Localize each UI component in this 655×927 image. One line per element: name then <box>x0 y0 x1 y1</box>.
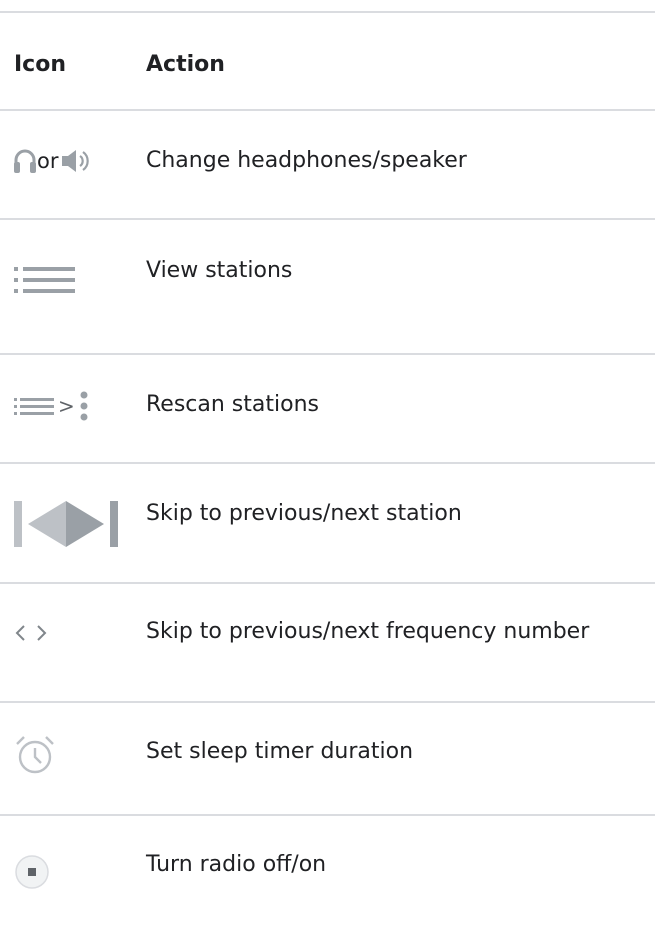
action-text: Turn radio off/on <box>146 852 327 877</box>
icon-action-table: Icon Action or Change headphones/speaker… <box>0 0 655 924</box>
action-text: Skip to previous/next frequency number <box>146 619 590 644</box>
chevron-left-right-icon <box>14 624 48 642</box>
list-icon <box>14 266 76 294</box>
alarm-clock-icon <box>14 734 56 776</box>
table-row: or Change headphones/speaker <box>0 109 655 218</box>
skip-previous-next-icon <box>14 499 118 549</box>
list-icon <box>14 396 54 416</box>
table-row: Skip to previous/next station <box>0 462 655 582</box>
action-text: View stations <box>146 258 293 283</box>
speaker-icon <box>61 147 91 175</box>
action-text: Rescan stations <box>146 392 319 417</box>
table-row: Set sleep timer duration <box>0 701 655 814</box>
action-text: Skip to previous/next station <box>146 501 462 526</box>
action-text: Change headphones/speaker <box>146 148 467 173</box>
headphones-icon <box>14 148 36 174</box>
connector-or: or <box>37 149 59 173</box>
header-action: Action <box>146 52 225 77</box>
header-icon: Icon <box>14 52 67 77</box>
action-text: Set sleep timer duration <box>146 739 414 764</box>
table-row: Turn radio off/on <box>0 814 655 924</box>
more-vert-icon <box>79 391 89 421</box>
connector-arrow: > <box>58 394 75 418</box>
stop-button-icon <box>14 854 50 890</box>
table-header-row: Icon Action <box>0 11 655 109</box>
table-row: Skip to previous/next frequency number <box>0 582 655 701</box>
table-row: > Rescan stations <box>0 353 655 462</box>
table-row: View stations <box>0 218 655 353</box>
